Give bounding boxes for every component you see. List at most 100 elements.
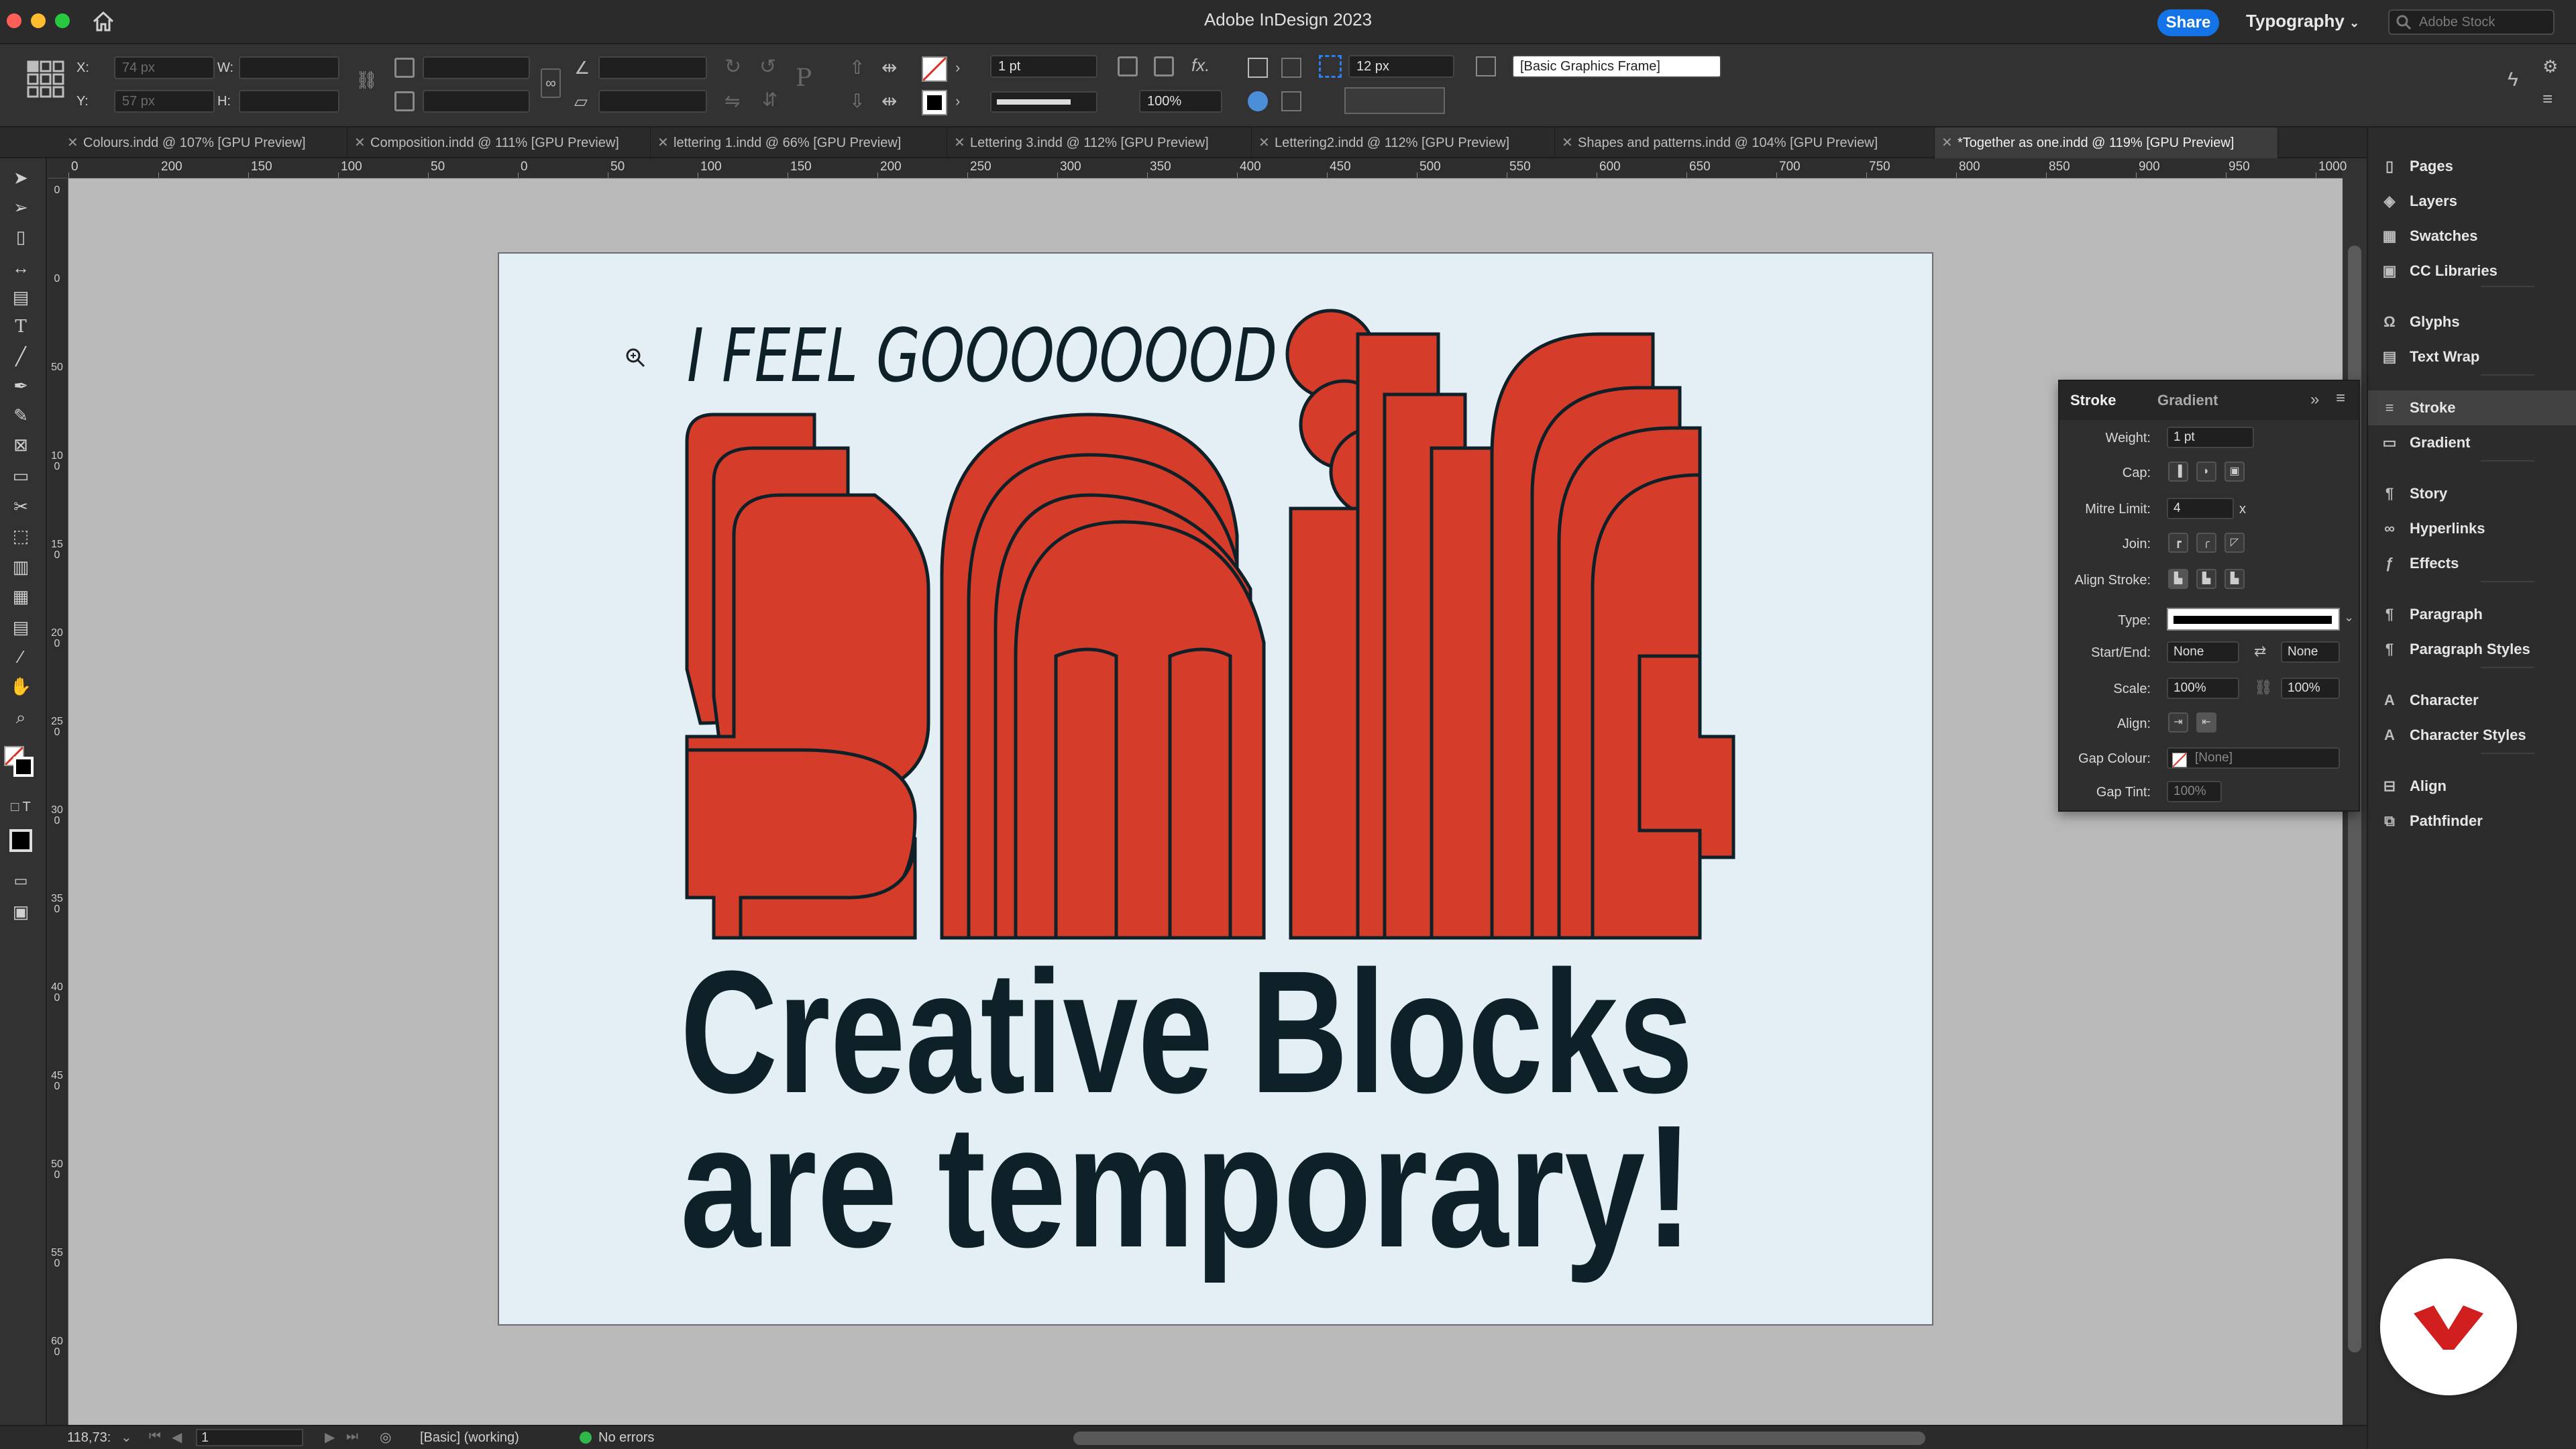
object-style-select[interactable]: [Basic Graphics Frame]: [1512, 55, 1721, 78]
stroke-weight-field[interactable]: 1 pt: [990, 55, 1097, 78]
close-tab-icon[interactable]: ✕: [1258, 127, 1270, 158]
dock-item-align[interactable]: ⊟ Align: [2368, 769, 2576, 804]
corner-options-icon[interactable]: [1319, 55, 1342, 78]
scale-end-field[interactable]: 100%: [2281, 678, 2340, 699]
miter-join-button[interactable]: ┏: [2168, 533, 2188, 553]
scale-y-field[interactable]: [423, 90, 530, 113]
view-mode-icon[interactable]: ▣: [9, 900, 32, 923]
dock-item-pages[interactable]: ▯ Pages: [2368, 149, 2576, 184]
opacity-field[interactable]: 100%: [1139, 90, 1222, 113]
horizontal-ruler[interactable]: 0 200 150 100 50 0 50 100 150 200 250 300 350 400 450 5…: [48, 158, 2347, 178]
content-collector-icon[interactable]: ▤: [9, 286, 32, 309]
dock-item-swatches[interactable]: ▦ Swatches: [2368, 219, 2576, 254]
stroke-type-select[interactable]: [2167, 608, 2340, 631]
doc-tab-shapes-patterns[interactable]: ✕ Shapes and patterns.indd @ 104% [GPU Pr…: [1555, 127, 1935, 158]
select-previous-icon[interactable]: ⇹: [881, 56, 897, 78]
gradient-feather-tool-icon[interactable]: ▦: [9, 585, 32, 608]
dock-item-stroke[interactable]: ≡ Stroke: [2368, 390, 2576, 425]
pasteboard[interactable]: I FEEL GOOOOOOOD Creative Blocks are tem…: [68, 178, 2343, 1426]
dock-item-glyphs[interactable]: Ω Glyphs: [2368, 305, 2576, 339]
rectangle-tool-icon[interactable]: ▭: [9, 464, 32, 487]
text-wrap-bbox-icon[interactable]: [1281, 58, 1301, 78]
doc-tab-lettering-1[interactable]: ✕ lettering 1.indd @ 66% [GPU Preview]: [651, 127, 947, 158]
weight-field[interactable]: 1 pt: [2167, 427, 2254, 448]
constrain-proportions-icon[interactable]: ⛓: [356, 70, 378, 93]
rotate-cw-icon[interactable]: ↻: [724, 55, 741, 78]
preflight-errors[interactable]: No errors: [598, 1430, 654, 1446]
doc-tab-lettering-3[interactable]: ✕ Lettering 3.indd @ 112% [GPU Preview]: [947, 127, 1252, 158]
w-field[interactable]: [239, 56, 339, 79]
dock-item-character-styles[interactable]: A Character Styles: [2368, 718, 2576, 753]
fill-swatch-icon[interactable]: [922, 56, 947, 82]
document-page[interactable]: I FEEL GOOOOOOOD Creative Blocks are tem…: [498, 252, 1933, 1326]
dock-item-text-wrap[interactable]: ▤ Text Wrap: [2368, 339, 2576, 374]
dock-item-paragraph[interactable]: ¶ Paragraph: [2368, 597, 2576, 632]
type-tool-icon[interactable]: T: [9, 315, 32, 338]
flip-vertical-icon[interactable]: ⇵: [762, 89, 777, 111]
close-tab-icon[interactable]: ✕: [1941, 127, 1953, 158]
y-field[interactable]: 57 px: [114, 90, 215, 113]
hand-tool-icon[interactable]: ✋: [9, 675, 32, 698]
line-tool-icon[interactable]: ╱: [9, 345, 32, 368]
smile-artwork[interactable]: I FEEL GOOOOOOOD Creative Blocks are tem…: [499, 254, 1935, 1327]
flip-horizontal-icon[interactable]: ⇋: [724, 90, 740, 112]
dock-item-hyperlinks[interactable]: ∞ Hyperlinks: [2368, 511, 2576, 546]
stroke-menu-chevron-icon[interactable]: ›: [955, 93, 960, 110]
bevel-join-button[interactable]: ◸: [2224, 533, 2245, 553]
first-page-icon[interactable]: ⏮: [149, 1429, 161, 1444]
free-transform-tool-icon[interactable]: ⬚: [9, 525, 32, 547]
dock-item-paragraph-styles[interactable]: ¶ Paragraph Styles: [2368, 632, 2576, 667]
align-center-button[interactable]: ▙: [2168, 569, 2188, 589]
doc-tab-colours[interactable]: ✕ Colours.indd @ 107% [GPU Preview]: [60, 127, 347, 158]
collapse-panel-icon[interactable]: »: [2310, 390, 2319, 409]
close-tab-icon[interactable]: ✕: [67, 127, 78, 158]
stroke-type-select[interactable]: [990, 91, 1097, 113]
direct-selection-tool-icon[interactable]: ➢: [9, 196, 32, 219]
shear-field[interactable]: [598, 90, 707, 113]
stock-search-input[interactable]: Adobe Stock: [2388, 9, 2555, 35]
page-number-field[interactable]: 1: [196, 1429, 303, 1446]
select-content-icon[interactable]: ⇩: [849, 90, 865, 112]
page-tool-icon[interactable]: ▯: [9, 225, 32, 248]
wrap-jump-icon[interactable]: [1281, 91, 1301, 111]
start-select[interactable]: None: [2167, 641, 2239, 663]
next-page-icon[interactable]: ▶: [325, 1429, 335, 1446]
round-join-button[interactable]: ╭: [2196, 533, 2216, 553]
panel-menu-icon[interactable]: ≡: [2336, 389, 2345, 408]
rotate-ccw-icon[interactable]: ↺: [759, 55, 776, 78]
link-scale-icon[interactable]: ⛓: [2254, 679, 2273, 696]
dock-item-effects[interactable]: ƒ Effects: [2368, 546, 2576, 581]
rectangle-frame-tool-icon[interactable]: ⊠: [9, 433, 32, 456]
mitre-limit-field[interactable]: 4: [2167, 498, 2234, 519]
apply-color-icon[interactable]: [9, 829, 32, 852]
constrain-scale-icon[interactable]: ∞: [541, 68, 561, 98]
chevron-down-icon[interactable]: ⌄: [121, 1429, 132, 1446]
pen-tool-icon[interactable]: ✒: [9, 374, 32, 397]
projecting-cap-button[interactable]: ▣: [2224, 462, 2245, 482]
text-wrap-none-icon[interactable]: [1248, 58, 1268, 78]
butt-cap-button[interactable]: ▐: [2168, 462, 2188, 482]
workspace-switcher[interactable]: Typography ⌄: [2246, 11, 2359, 32]
selection-tool-icon[interactable]: ➤: [9, 166, 32, 189]
scale-x-field[interactable]: [423, 56, 530, 79]
horizontal-scrollbar[interactable]: [1073, 1432, 1925, 1445]
gap-tint-field[interactable]: 100%: [2167, 781, 2222, 802]
select-container-icon[interactable]: ⇧: [849, 56, 865, 78]
dock-item-pathfinder[interactable]: ⧉ Pathfinder: [2368, 804, 2576, 839]
doc-tab-together-as-one[interactable]: ✕ *Together as one.indd @ 119% [GPU Previ…: [1935, 127, 2278, 158]
x-field[interactable]: 74 px: [114, 56, 215, 79]
h-field[interactable]: [239, 90, 339, 113]
end-select[interactable]: None: [2281, 641, 2340, 663]
rotation-field[interactable]: [598, 56, 707, 79]
tab-stroke[interactable]: Stroke: [2070, 392, 2116, 409]
frame-fitting-icon[interactable]: [1118, 56, 1138, 76]
doc-tab-composition[interactable]: ✕ Composition.indd @ 111% [GPU Preview]: [347, 127, 651, 158]
panel-menu-icon[interactable]: ≡: [2542, 89, 2553, 109]
wrap-shape-icon[interactable]: [1248, 91, 1268, 111]
scissors-tool-icon[interactable]: ✂: [9, 495, 32, 518]
dock-item-gradient[interactable]: ▭ Gradient: [2368, 425, 2576, 460]
share-button[interactable]: Share: [2157, 9, 2219, 36]
gap-colour-select[interactable]: [None]: [2167, 747, 2340, 769]
tab-gradient[interactable]: Gradient: [2157, 392, 2218, 409]
corner-size-field[interactable]: 12 px: [1348, 55, 1454, 78]
